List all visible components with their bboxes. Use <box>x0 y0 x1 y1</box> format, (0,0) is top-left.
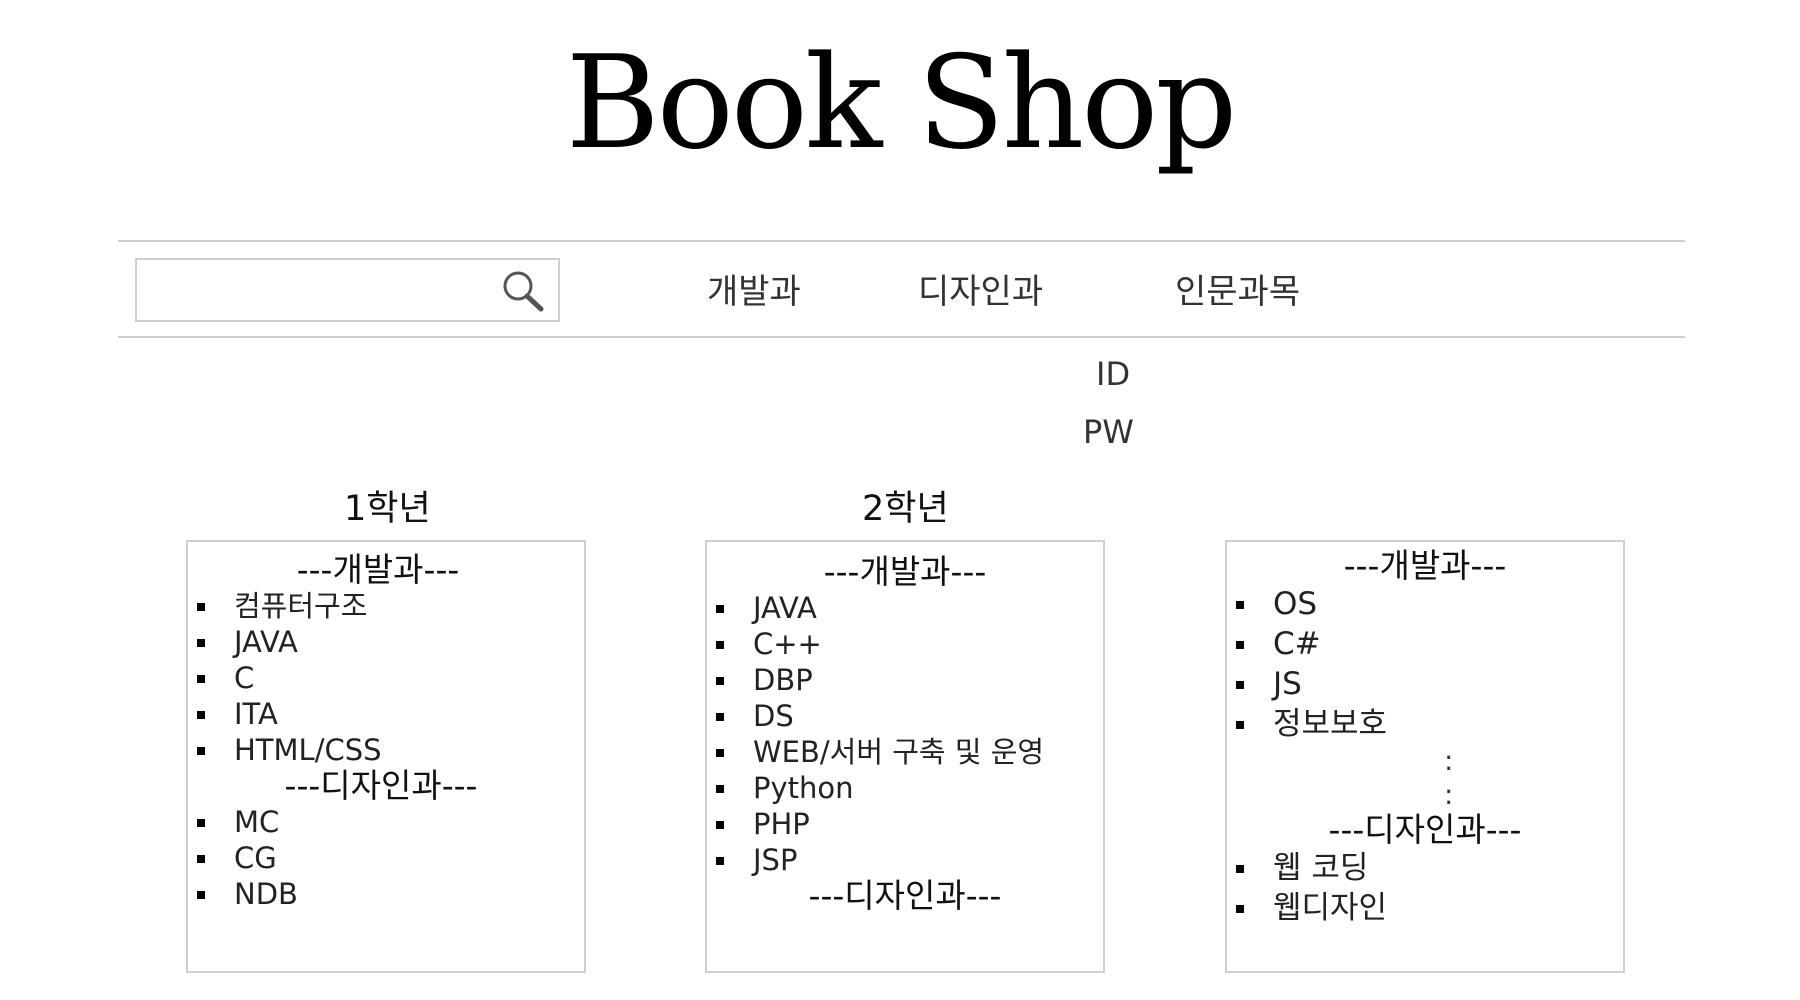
course-item: PHP <box>716 806 1103 842</box>
course-item: DBP <box>716 662 1103 698</box>
pw-label: PW <box>1083 413 1134 451</box>
course-item: JS <box>1236 664 1623 704</box>
design-heading: ---디자인과--- <box>1328 810 1522 849</box>
course-item: JSP <box>716 842 1103 878</box>
grade-1-heading: 1학년 <box>344 489 431 529</box>
course-item: C <box>197 660 584 696</box>
course-item: C++ <box>716 626 1103 662</box>
course-item: HTML/CSS <box>197 732 584 768</box>
design-heading: ---디자인과--- <box>284 766 478 805</box>
course-item: C# <box>1236 624 1623 664</box>
course-item: OS <box>1236 584 1623 624</box>
design-course-list: 웹 코딩 웹디자인 <box>1227 848 1623 928</box>
dev-course-list: JAVA C++ DBP DS WEB/서버 구축 및 운영 Python PH… <box>707 590 1103 878</box>
search-input[interactable] <box>137 260 497 320</box>
dev-course-list: OS C# JS 정보보호 <box>1227 584 1623 744</box>
dev-heading: ---개발과--- <box>296 550 460 589</box>
course-item: MC <box>197 804 584 840</box>
continuation-dot: : <box>1444 778 1454 811</box>
search-icon[interactable] <box>500 268 548 316</box>
course-item: 정보보호 <box>1236 704 1623 744</box>
course-item: JAVA <box>197 624 584 660</box>
course-box-1: ---개발과--- 컴퓨터구조 JAVA C ITA HTML/CSS ---디… <box>186 540 586 973</box>
course-box-2: ---개발과--- JAVA C++ DBP DS WEB/서버 구축 및 운영… <box>705 540 1105 973</box>
nav-item-dev[interactable]: 개발과 <box>707 264 801 313</box>
design-heading: ---디자인과--- <box>808 876 1002 915</box>
dev-course-list: 컴퓨터구조 JAVA C ITA HTML/CSS <box>188 588 584 768</box>
course-item: JAVA <box>716 590 1103 626</box>
course-item: WEB/서버 구축 및 운영 <box>716 734 1103 770</box>
id-label: ID <box>1096 355 1131 393</box>
course-item: NDB <box>197 876 584 912</box>
grade-2-heading: 2학년 <box>862 489 949 529</box>
nav-item-humanities[interactable]: 인문과목 <box>1175 264 1300 313</box>
header-divider-bottom <box>118 336 1685 338</box>
search-box <box>135 258 560 322</box>
nav-item-design[interactable]: 디자인과 <box>918 264 1043 313</box>
header-divider-top <box>118 240 1685 242</box>
course-item: ITA <box>197 696 584 732</box>
course-item: DS <box>716 698 1103 734</box>
course-item: 웹 코딩 <box>1236 848 1623 888</box>
course-box-3: ---개발과--- OS C# JS 정보보호 : : ---디자인과--- 웹… <box>1225 540 1625 973</box>
dev-heading: ---개발과--- <box>1343 546 1507 585</box>
course-item: 웹디자인 <box>1236 888 1623 928</box>
course-item: CG <box>197 840 584 876</box>
dev-heading: ---개발과--- <box>823 552 987 591</box>
course-item: 컴퓨터구조 <box>197 588 584 624</box>
site-title: Book Shop <box>565 29 1238 178</box>
course-item: Python <box>716 770 1103 806</box>
continuation-dots: : : <box>1444 744 1623 812</box>
design-course-list: MC CG NDB <box>188 804 584 912</box>
continuation-dot: : <box>1444 744 1454 777</box>
